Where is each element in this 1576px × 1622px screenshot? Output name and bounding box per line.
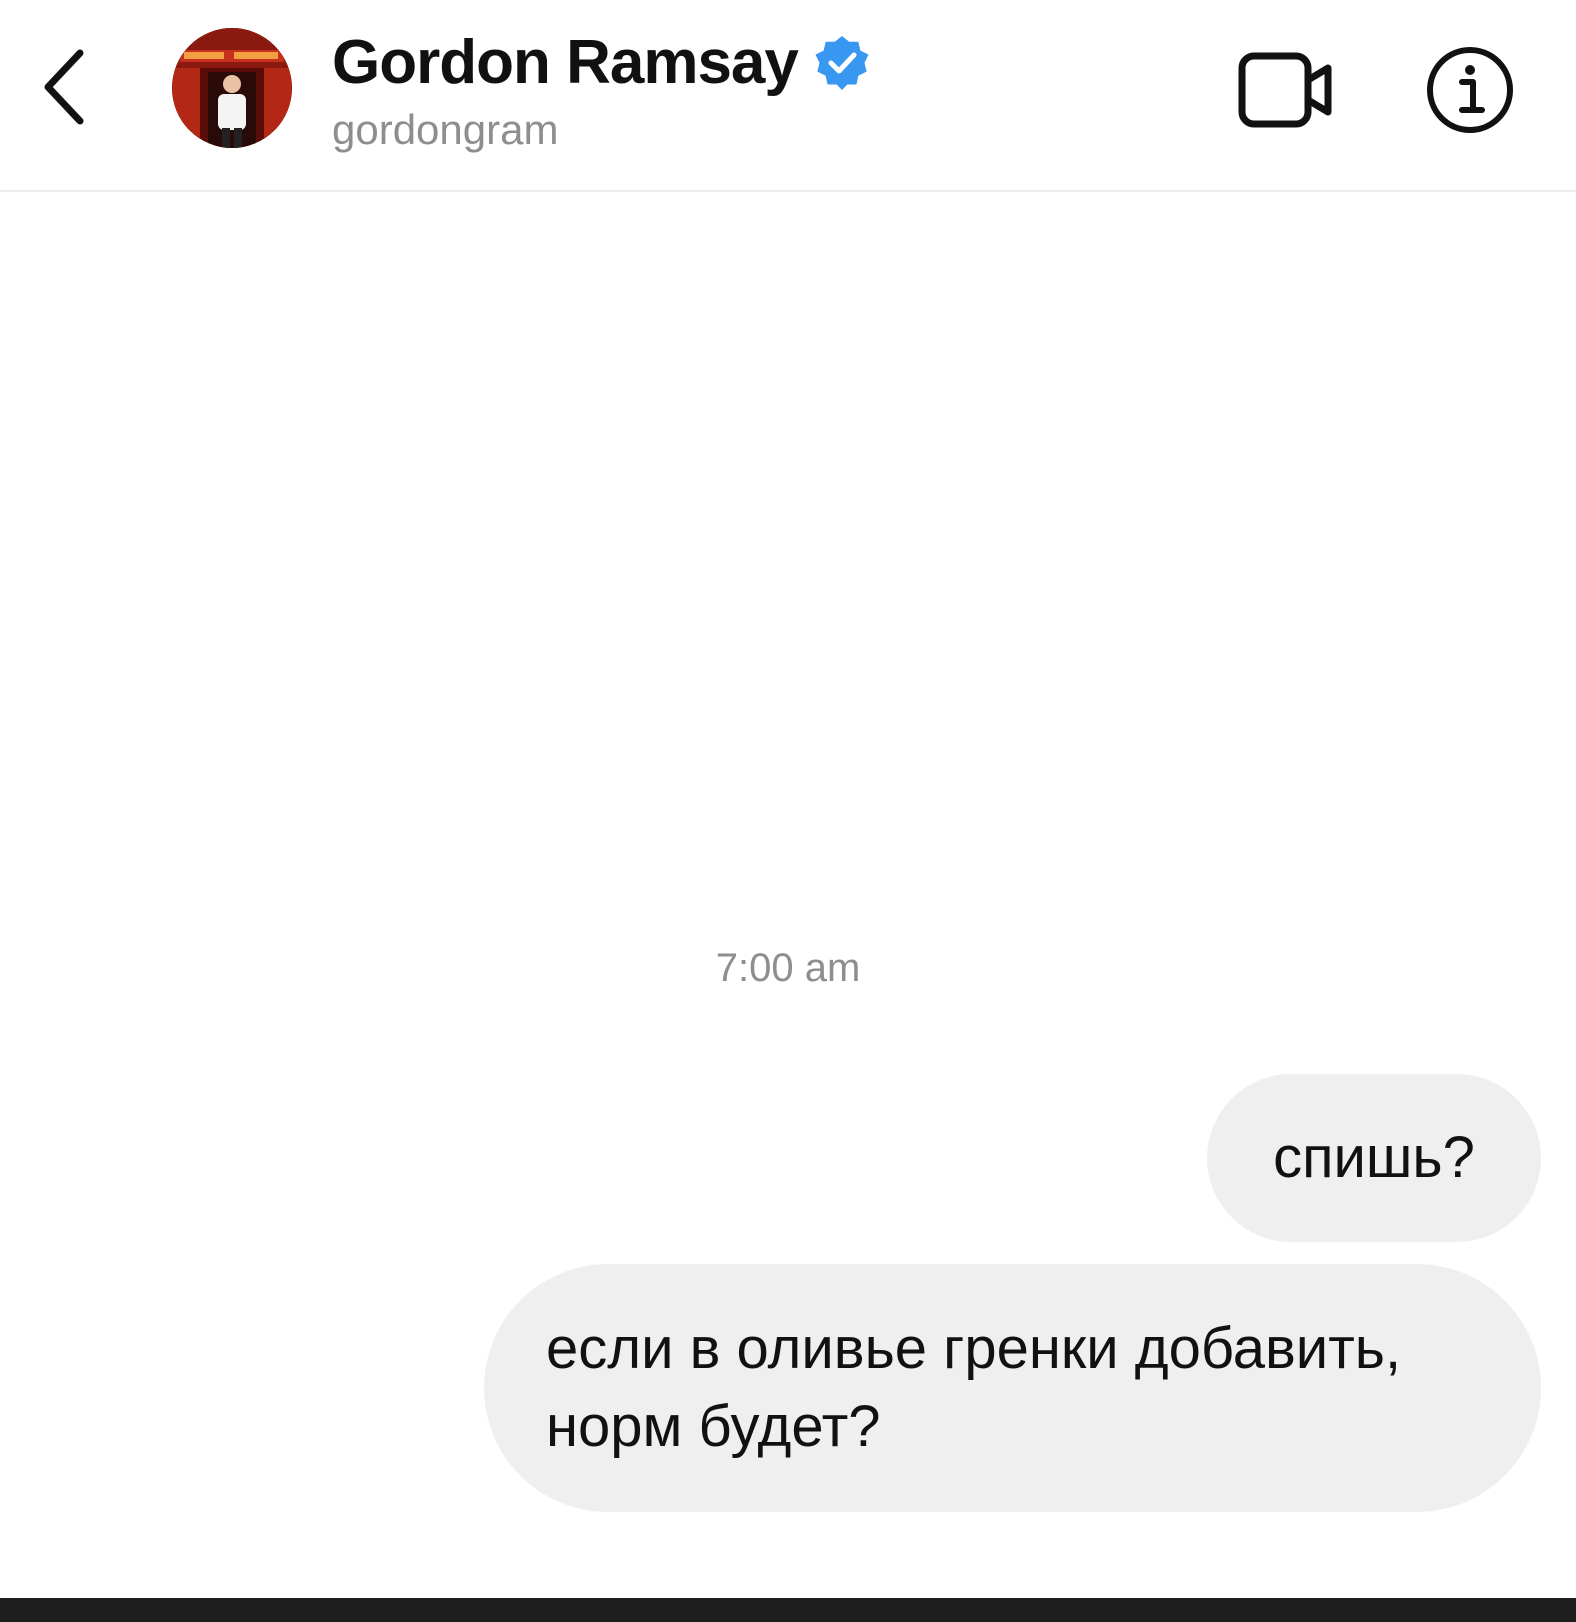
verified-badge-icon	[815, 36, 869, 90]
contact-username: gordongram	[332, 106, 559, 153]
info-icon	[1427, 47, 1513, 133]
video-call-button[interactable]	[1236, 42, 1336, 138]
video-camera-icon	[1238, 52, 1332, 128]
chevron-left-icon	[44, 49, 84, 125]
info-button[interactable]	[1420, 40, 1520, 140]
profile-photo	[172, 28, 292, 148]
bottom-edge-bar	[0, 1598, 1576, 1622]
contact-info[interactable]: Gordon Ramsay gordongram	[332, 22, 870, 154]
contact-name: Gordon Ramsay	[332, 27, 799, 97]
message-bubble[interactable]: спишь?	[1207, 1074, 1541, 1242]
back-button[interactable]	[30, 42, 100, 132]
message-text: спишь?	[1273, 1125, 1475, 1190]
avatar[interactable]	[172, 28, 292, 148]
message-bubble[interactable]: если в оливье гренки добавить, норм буде…	[484, 1264, 1541, 1512]
chat-header: Gordon Ramsay gordongram	[0, 0, 1576, 192]
message-text: если в оливье гренки добавить, норм буде…	[546, 1316, 1402, 1459]
message-timestamp: 7:00 am	[715, 946, 861, 990]
